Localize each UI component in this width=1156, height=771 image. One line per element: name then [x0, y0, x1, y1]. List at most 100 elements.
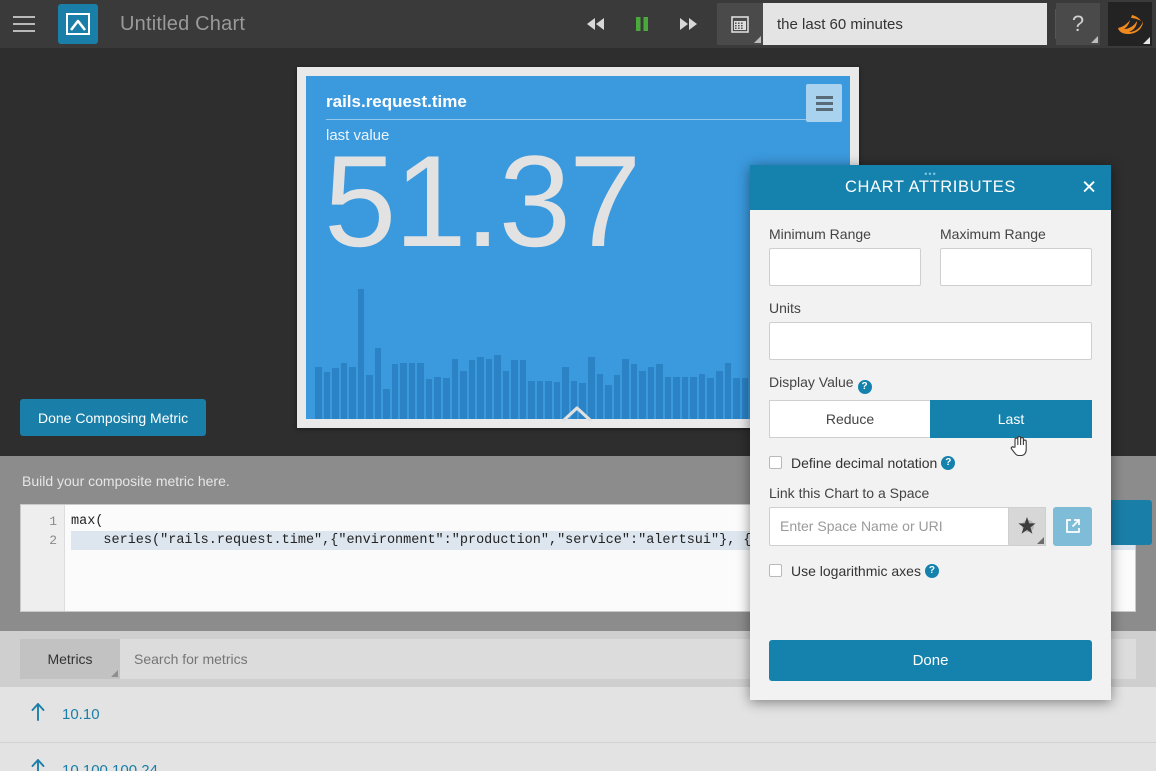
- arrow-up-icon: [30, 758, 46, 771]
- decimal-notation-label: Define decimal notation: [791, 455, 937, 471]
- metrics-list-item[interactable]: 10.100.100.24: [0, 743, 1156, 771]
- hamburger-icon[interactable]: [0, 0, 48, 48]
- done-composing-metric-button[interactable]: Done Composing Metric: [20, 399, 206, 436]
- sparkline-bar: [400, 363, 407, 419]
- sparkline-bar: [469, 360, 476, 419]
- help-button[interactable]: ?: [1056, 3, 1100, 45]
- falcon-brand-icon[interactable]: [1108, 2, 1152, 46]
- maximum-range-field-group: Maximum Range: [940, 226, 1092, 286]
- editor-line-number: 1: [21, 512, 57, 531]
- sparkline-bar: [366, 375, 373, 419]
- units-input[interactable]: [769, 322, 1092, 360]
- display-value-toggle: Reduce Last: [769, 400, 1092, 438]
- fast-forward-icon[interactable]: [665, 0, 711, 48]
- dropdown-corner-icon: [754, 36, 761, 43]
- sparkline-bar: [332, 368, 339, 419]
- link-space-group: Link this Chart to a Space: [769, 485, 1092, 546]
- widget-menu-icon[interactable]: [806, 84, 842, 122]
- external-link-icon[interactable]: [1053, 507, 1092, 546]
- minimum-range-field-group: Minimum Range: [769, 226, 921, 286]
- sparkline-bar: [656, 364, 663, 419]
- sparkline-bar: [639, 371, 646, 419]
- time-range-input[interactable]: [763, 3, 1047, 45]
- logarithmic-axes-checkbox[interactable]: [769, 564, 782, 577]
- space-name-input[interactable]: [769, 507, 1008, 546]
- maximum-range-input[interactable]: [940, 248, 1092, 286]
- sparkline-bar: [503, 371, 510, 419]
- decimal-notation-help-icon[interactable]: ?: [941, 456, 955, 470]
- sparkline-bar: [358, 289, 365, 419]
- display-value-group: Display Value? Reduce Last: [769, 374, 1092, 438]
- sparkline-bar: [434, 377, 441, 419]
- minimum-range-label: Minimum Range: [769, 226, 921, 242]
- sparkline-bar: [426, 379, 433, 419]
- compose-hint-text: Build your composite metric here.: [22, 473, 230, 489]
- sparkline-bar: [409, 363, 416, 419]
- page-title: Untitled Chart: [120, 13, 245, 36]
- sparkline-bar: [452, 359, 459, 419]
- help-label: ?: [1072, 11, 1084, 37]
- sparkline-bar: [690, 377, 697, 419]
- sparkline-bar: [716, 371, 723, 419]
- pause-icon[interactable]: [619, 0, 665, 48]
- occluded-action-button[interactable]: [1104, 500, 1152, 545]
- editor-line-number: 2: [21, 531, 57, 550]
- arrow-up-icon: [30, 702, 46, 727]
- chart-attributes-dialog: ••• CHART ATTRIBUTES ✕ Minimum Range Max…: [750, 165, 1111, 700]
- sparkline-bar: [707, 378, 714, 419]
- display-value-reduce-option[interactable]: Reduce: [769, 400, 930, 438]
- dropdown-corner-icon: [111, 670, 118, 677]
- sparkline-bar: [477, 357, 484, 419]
- app-root: Untitled Chart: [0, 0, 1156, 771]
- sparkline-bar: [460, 371, 467, 419]
- metrics-list-item-name: 10.10: [62, 706, 100, 723]
- decimal-notation-checkbox[interactable]: [769, 456, 782, 469]
- units-field-group: Units: [769, 300, 1092, 360]
- sparkline-bar: [742, 378, 749, 419]
- widget-value: 51.37: [324, 136, 639, 266]
- sparkline-bar: [631, 364, 638, 419]
- dialog-done-button[interactable]: Done: [769, 640, 1092, 681]
- sparkline-bar: [383, 389, 390, 419]
- sparkline-bar: [375, 348, 382, 419]
- sparkline-bar: [673, 377, 680, 419]
- sparkline-bar: [417, 363, 424, 419]
- sparkline-bar: [622, 359, 629, 419]
- sparkline-bar: [511, 360, 518, 419]
- close-icon[interactable]: ✕: [1081, 178, 1097, 197]
- dialog-title: CHART ATTRIBUTES: [845, 178, 1016, 197]
- sparkline-bar: [648, 367, 655, 419]
- drag-handle-icon[interactable]: •••: [924, 170, 936, 179]
- minimum-range-input[interactable]: [769, 248, 921, 286]
- librato-logo-icon[interactable]: [58, 4, 98, 44]
- toolbar-right-group: ?: [573, 0, 1156, 48]
- logarithmic-axes-help-icon[interactable]: ?: [925, 564, 939, 578]
- calendar-icon[interactable]: [717, 3, 763, 45]
- sparkline-bar: [682, 377, 689, 419]
- sparkline-bar: [725, 363, 732, 419]
- sparkline-bar: [443, 378, 450, 419]
- sparkline-bar: [528, 381, 535, 419]
- chevron-up-icon[interactable]: [560, 403, 594, 430]
- rewind-icon[interactable]: [573, 0, 619, 48]
- link-space-label: Link this Chart to a Space: [769, 485, 1092, 501]
- logarithmic-axes-label: Use logarithmic axes: [791, 563, 921, 579]
- sparkline-bar: [315, 367, 322, 419]
- metrics-list-item-name: 10.100.100.24: [62, 762, 158, 771]
- range-fields-row: Minimum Range Maximum Range: [769, 226, 1092, 286]
- display-value-label-row: Display Value?: [769, 374, 1092, 394]
- display-value-help-icon[interactable]: ?: [858, 380, 872, 394]
- dropdown-corner-icon: [1143, 37, 1150, 44]
- sparkline-bar: [494, 355, 501, 419]
- decimal-notation-row: Define decimal notation?: [769, 455, 1092, 471]
- dialog-header: ••• CHART ATTRIBUTES ✕: [750, 165, 1111, 210]
- metrics-type-tab[interactable]: Metrics: [20, 639, 120, 679]
- display-value-last-option[interactable]: Last: [930, 400, 1092, 438]
- sparkline-bar: [614, 375, 621, 419]
- space-picker-icon[interactable]: [1008, 507, 1046, 546]
- time-range-control: [717, 3, 1047, 45]
- sparkline-bar: [537, 381, 544, 419]
- sparkline-bar: [486, 359, 493, 419]
- maximum-range-label: Maximum Range: [940, 226, 1092, 242]
- sparkline-bar: [605, 385, 612, 419]
